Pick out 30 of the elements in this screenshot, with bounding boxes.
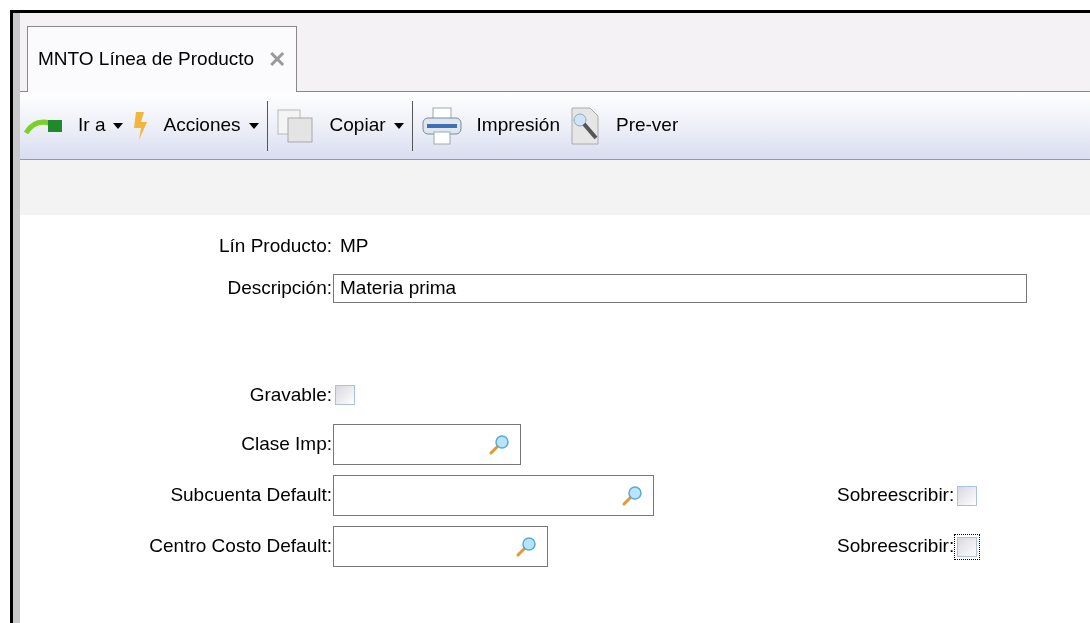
search-icon[interactable] [515, 535, 537, 558]
field-label: Lín Producto: [217, 233, 332, 258]
caret-icon [393, 122, 404, 129]
field-label: Sobreescribir: [837, 534, 955, 559]
lookup-field[interactable] [333, 526, 548, 567]
search-icon[interactable] [621, 484, 643, 507]
lookup-field[interactable] [333, 475, 654, 516]
printer-icon [420, 105, 463, 146]
lightning-icon [131, 111, 150, 140]
field-label: Clase Imp: [240, 432, 332, 457]
toolbar-button[interactable]: Impresión [416, 92, 564, 159]
field-value: MP [340, 233, 369, 258]
checkbox[interactable] [954, 533, 981, 560]
lookup-field[interactable] [333, 424, 521, 465]
copy-icon [275, 107, 316, 144]
field-label: Sobreescribir: [837, 483, 955, 508]
field-label: Centro Costo Default: [148, 534, 332, 559]
input-field[interactable]: Materia prima [333, 273, 1027, 303]
search-icon[interactable] [488, 433, 510, 456]
toolbar-button[interactable]: Ir a [20, 92, 128, 159]
toolbar-button[interactable]: Acciones [127, 92, 263, 159]
toolbar-button[interactable]: Pre-ver [563, 92, 683, 159]
toolbar-button[interactable]: Copiar [271, 92, 408, 159]
tab[interactable]: MNTO Línea de Producto ✕ [27, 26, 298, 92]
caret-icon [113, 122, 124, 129]
field-label: Descripción: [226, 275, 332, 300]
field-label: Subcuenta Default: [169, 483, 332, 508]
checkbox[interactable] [332, 382, 358, 408]
caret-icon [248, 122, 259, 129]
field-label: Gravable: [248, 382, 332, 407]
